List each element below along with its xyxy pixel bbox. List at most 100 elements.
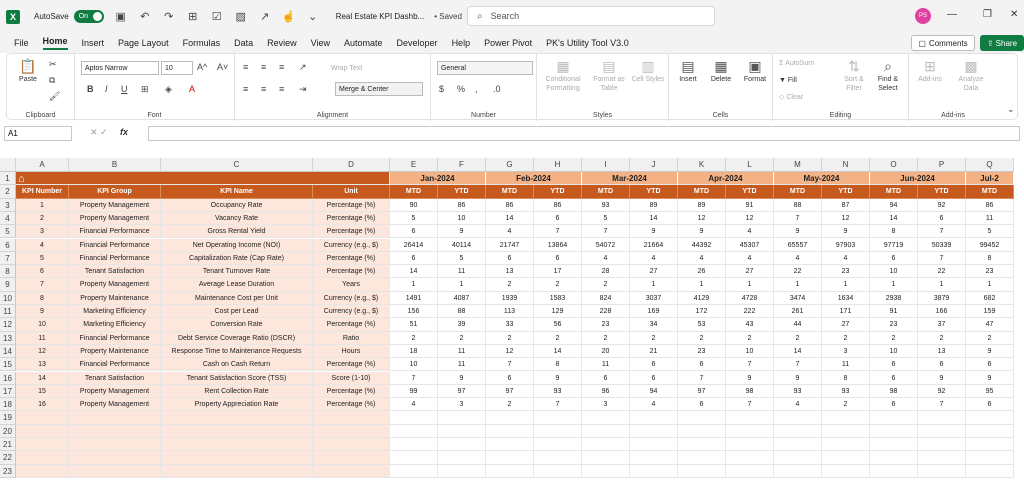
table-cell[interactable]: 17: [534, 265, 582, 279]
table-cell[interactable]: 1491: [390, 291, 438, 305]
table-cell[interactable]: Percentage (%): [313, 358, 390, 372]
tab-insert[interactable]: Insert: [82, 38, 105, 48]
table-cell[interactable]: 4129: [678, 291, 726, 305]
table-cell[interactable]: 8: [534, 358, 582, 372]
format-button[interactable]: ▣ Format: [739, 57, 771, 84]
table-cell[interactable]: 27: [726, 265, 774, 279]
table-cell[interactable]: Property Management: [69, 398, 161, 412]
empty-cell[interactable]: [966, 411, 1014, 425]
table-cell[interactable]: 8: [870, 225, 918, 239]
row-header-11[interactable]: 11: [0, 305, 16, 319]
table-cell[interactable]: Debt Service Coverage Ratio (DSCR): [161, 331, 313, 345]
table-cell[interactable]: Score (1-10): [313, 371, 390, 385]
empty-cell[interactable]: [918, 451, 966, 465]
table-cell[interactable]: 5: [390, 211, 438, 226]
table-cell[interactable]: 7: [534, 398, 582, 412]
empty-cell[interactable]: [678, 451, 726, 465]
table-cell[interactable]: Tenant Satisfaction Score (TSS): [161, 371, 313, 385]
empty-cell[interactable]: [726, 451, 774, 465]
table-cell[interactable]: 2: [822, 398, 870, 412]
table-cell[interactable]: 7: [918, 225, 966, 239]
undo-icon[interactable]: ↶: [138, 10, 152, 23]
empty-cell[interactable]: [726, 438, 774, 452]
table-cell[interactable]: 11: [582, 358, 630, 372]
row-header-19[interactable]: 19: [0, 411, 16, 425]
table-cell[interactable]: 7: [774, 358, 822, 372]
table-cell[interactable]: 88: [438, 305, 486, 319]
search-box[interactable]: ⌕ Search: [467, 6, 715, 26]
table-cell[interactable]: Marketing Efficiency: [69, 305, 161, 319]
column-header-b[interactable]: B: [69, 158, 161, 172]
table-cell[interactable]: 7: [774, 211, 822, 226]
table-cell[interactable]: 93: [774, 384, 822, 399]
table-cell[interactable]: 4728: [726, 291, 774, 305]
table-icon[interactable]: ⊞: [186, 10, 200, 23]
empty-cell[interactable]: [486, 438, 534, 452]
copy-icon[interactable]: ⧉: [49, 75, 55, 86]
table-cell[interactable]: 6: [630, 358, 678, 372]
empty-cell[interactable]: [630, 464, 678, 478]
table-cell[interactable]: 12: [678, 211, 726, 226]
table-cell[interactable]: 6: [678, 398, 726, 412]
row-header-12[interactable]: 12: [0, 318, 16, 332]
table-cell[interactable]: 1634: [822, 291, 870, 305]
table-cell[interactable]: 89: [630, 198, 678, 212]
table-cell[interactable]: 92: [918, 384, 966, 399]
table-cell[interactable]: 23: [582, 318, 630, 332]
table-cell[interactable]: Marketing Efficiency: [69, 318, 161, 332]
table-cell[interactable]: 10: [870, 265, 918, 279]
table-cell[interactable]: 6: [966, 358, 1014, 372]
row-header-20[interactable]: 20: [0, 424, 16, 438]
empty-cell[interactable]: [822, 438, 870, 452]
row-header-18[interactable]: 18: [0, 398, 16, 412]
table-cell[interactable]: 14: [390, 265, 438, 279]
empty-cell[interactable]: [678, 424, 726, 438]
empty-cell[interactable]: [486, 411, 534, 425]
table-cell[interactable]: 10: [390, 358, 438, 372]
table-cell[interactable]: 90: [390, 198, 438, 212]
align-top-icon[interactable]: ≡: [243, 62, 248, 72]
table-cell[interactable]: 93: [534, 384, 582, 399]
table-cell[interactable]: 54072: [582, 238, 630, 252]
column-header-d[interactable]: D: [313, 158, 390, 172]
column-header-n[interactable]: N: [822, 158, 870, 172]
table-cell[interactable]: 14: [486, 211, 534, 226]
column-header-o[interactable]: O: [870, 158, 918, 172]
table-cell[interactable]: 4: [678, 251, 726, 266]
table-cell[interactable]: 2: [582, 278, 630, 292]
underline-icon[interactable]: U: [121, 84, 128, 94]
table-cell[interactable]: 6: [918, 358, 966, 372]
table-cell[interactable]: 2: [390, 331, 438, 345]
table-cell[interactable]: 93: [822, 384, 870, 399]
empty-cell[interactable]: [822, 451, 870, 465]
table-cell[interactable]: 21747: [486, 238, 534, 252]
table-cell[interactable]: 40114: [438, 238, 486, 252]
table-cell[interactable]: 3: [582, 398, 630, 412]
row-header-1[interactable]: 1: [0, 172, 16, 186]
empty-cell[interactable]: [918, 438, 966, 452]
table-cell[interactable]: Vacancy Rate: [161, 211, 313, 226]
table-cell[interactable]: 86: [438, 198, 486, 212]
table-cell[interactable]: 4: [630, 251, 678, 266]
share-arrow-icon[interactable]: ↗: [258, 10, 272, 23]
font-name-dropdown[interactable]: Aptos Narrow: [81, 61, 159, 75]
align-right-icon[interactable]: ≡: [279, 84, 284, 94]
table-cell[interactable]: 26: [678, 265, 726, 279]
table-cell[interactable]: 2: [486, 331, 534, 345]
bold-icon[interactable]: B: [87, 84, 94, 94]
table-cell[interactable]: Property Management: [69, 384, 161, 399]
column-header-q[interactable]: Q: [966, 158, 1014, 172]
table-cell[interactable]: 129: [534, 305, 582, 319]
empty-cell[interactable]: [69, 424, 161, 438]
table-cell[interactable]: 9: [534, 371, 582, 385]
table-cell[interactable]: Tenant Satisfaction: [69, 265, 161, 279]
table-cell[interactable]: 7: [918, 398, 966, 412]
empty-cell[interactable]: [390, 438, 438, 452]
empty-cell[interactable]: [582, 438, 630, 452]
table-cell[interactable]: Percentage (%): [313, 225, 390, 239]
table-cell[interactable]: 86: [966, 198, 1014, 212]
table-cell[interactable]: 6: [870, 358, 918, 372]
table-cell[interactable]: 4: [774, 251, 822, 266]
empty-cell[interactable]: [726, 424, 774, 438]
number-format-dropdown[interactable]: General: [437, 61, 533, 75]
